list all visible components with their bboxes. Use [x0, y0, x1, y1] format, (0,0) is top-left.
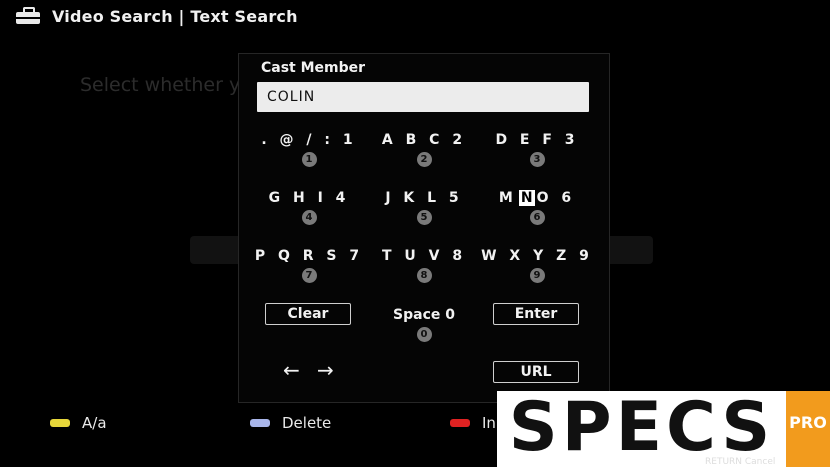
digit-4-icon: 4	[301, 210, 317, 225]
digit-2-icon: 2	[416, 152, 432, 167]
key-letters: G H I 4	[268, 190, 350, 206]
digit-8-icon: 8	[416, 268, 432, 283]
selected-letter: N	[518, 190, 535, 206]
cast-member-input[interactable]: COLIN	[257, 82, 589, 112]
legend-label: Delete	[282, 414, 332, 432]
digit-6-icon: 6	[529, 210, 545, 225]
page-title: Video Search | Text Search	[52, 6, 298, 26]
space-label: Space 0	[393, 307, 455, 323]
digit-5-icon: 5	[416, 210, 432, 225]
legend-label: A/a	[82, 414, 107, 432]
key-letter: O 6	[536, 190, 576, 206]
key-7[interactable]: P Q R S 7 7	[249, 248, 369, 283]
key-9[interactable]: W X Y Z 9 9	[477, 248, 597, 283]
key-letter: M	[498, 190, 517, 206]
digit-1-icon: 1	[301, 152, 317, 167]
arrow-left-icon[interactable]: ←	[283, 360, 300, 380]
digit-3-icon: 3	[529, 152, 545, 167]
key-letters: A B C 2	[381, 132, 467, 148]
red-key-icon	[450, 419, 470, 427]
key-letters: T U V 8	[381, 248, 467, 264]
toolbox-icon	[16, 7, 40, 25]
key-6-selected[interactable]: MNO 6 6	[477, 190, 597, 225]
watermark-text: SPECS	[497, 391, 786, 467]
key-2[interactable]: A B C 2 2	[364, 132, 484, 167]
key-1[interactable]: . @ / : 1 1	[249, 132, 369, 167]
key-letters: D E F 3	[495, 132, 579, 148]
header: Video Search | Text Search	[16, 4, 298, 28]
legend-yellow: A/a	[50, 414, 107, 432]
digit-0-icon: 0	[416, 327, 432, 342]
field-label: Cast Member	[261, 60, 366, 76]
key-3[interactable]: D E F 3 3	[477, 132, 597, 167]
legend-red: In	[450, 414, 496, 432]
blue-key-icon	[250, 419, 270, 427]
key-8[interactable]: T U V 8 8	[364, 248, 484, 283]
key-5[interactable]: J K L 5 5	[364, 190, 484, 225]
url-button[interactable]: URL	[493, 361, 579, 383]
arrow-right-icon[interactable]: →	[317, 360, 334, 380]
space-key[interactable]: Space 0 0	[364, 307, 484, 342]
clear-button[interactable]: Clear	[265, 303, 351, 325]
yellow-key-icon	[50, 419, 70, 427]
watermark-pro-text: PRO	[789, 413, 827, 432]
enter-button[interactable]: Enter	[493, 303, 579, 325]
key-letters: W X Y Z 9	[481, 248, 593, 264]
text-entry-dialog: Cast Member COLIN . @ / : 1 1 A B C 2 2 …	[238, 53, 610, 403]
digit-7-icon: 7	[301, 268, 317, 283]
specspro-watermark: SPECS PRO RETURN Cancel	[497, 391, 830, 467]
key-letters: . @ / : 1	[261, 132, 357, 148]
key-4[interactable]: G H I 4 4	[249, 190, 369, 225]
key-letters: J K L 5	[385, 190, 463, 206]
legend-label: In	[482, 414, 496, 432]
return-cancel-hint: RETURN Cancel	[705, 457, 776, 467]
key-letters: P Q R S 7	[254, 248, 364, 264]
legend-blue: Delete	[250, 414, 331, 432]
watermark-pro-badge: PRO	[786, 391, 830, 467]
digit-9-icon: 9	[529, 268, 545, 283]
key-letters: MNO 6	[477, 190, 597, 206]
